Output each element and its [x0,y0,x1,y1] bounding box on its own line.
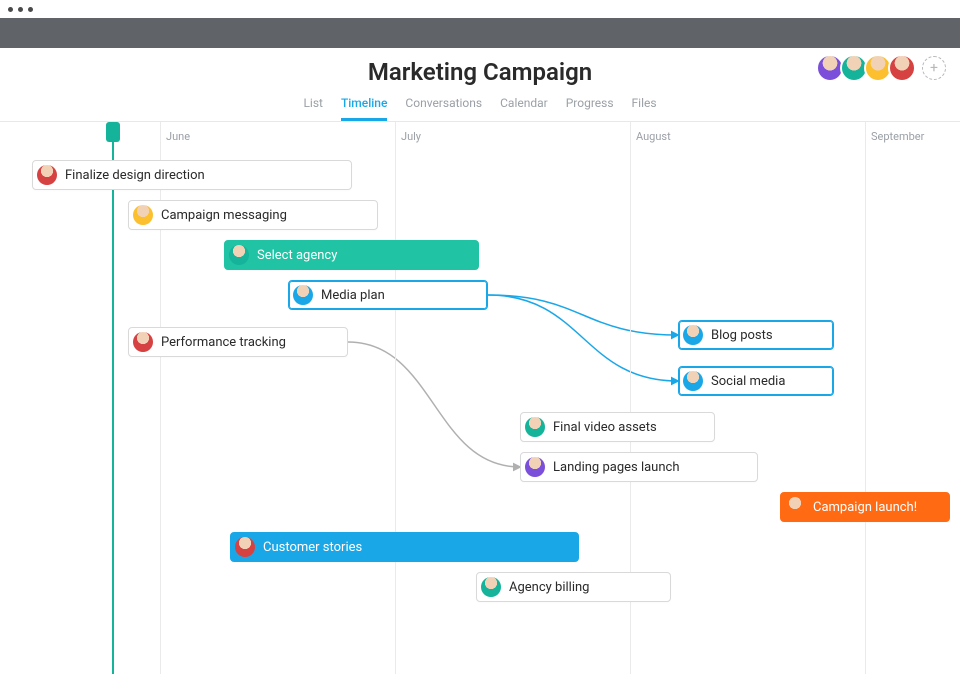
tab-timeline[interactable]: Timeline [341,96,387,121]
assignee-avatar[interactable] [229,245,249,265]
task-bar-landing-pages[interactable]: Landing pages launch [520,452,758,482]
month-label: July [401,130,421,143]
task-label: Media plan [321,288,385,303]
today-line [112,122,114,674]
task-label: Blog posts [711,328,773,343]
task-bar-media-plan[interactable]: Media plan [288,280,488,310]
assignee-avatar[interactable] [133,205,153,225]
tab-conversations[interactable]: Conversations [405,96,482,121]
assignee-avatar[interactable] [683,325,703,345]
task-bar-customer-stories[interactable]: Customer stories [230,532,579,562]
task-bar-blog-posts[interactable]: Blog posts [678,320,834,350]
task-label: Customer stories [263,540,362,555]
task-bar-finalize-design[interactable]: Finalize design direction [32,160,352,190]
task-label: Final video assets [553,420,657,435]
project-header: Marketing Campaign + List Timeline Conve… [0,48,960,122]
task-label: Agency billing [509,580,589,595]
task-label: Campaign launch! [813,500,917,515]
view-tabs: List Timeline Conversations Calendar Pro… [0,96,960,121]
member-avatar[interactable] [888,54,916,82]
today-handle[interactable] [106,122,120,142]
task-bar-final-video[interactable]: Final video assets [520,412,715,442]
assignee-avatar[interactable] [481,577,501,597]
task-label: Campaign messaging [161,208,287,223]
window-dot [18,7,23,12]
dependency-arrow [348,342,520,467]
task-label: Select agency [257,248,337,263]
assignee-avatar[interactable] [683,371,703,391]
window-dot [28,7,33,12]
month-gridline [865,122,866,674]
project-members: + [816,54,946,82]
window-toolbar-band [0,18,960,48]
task-label: Finalize design direction [65,168,205,183]
task-label: Social media [711,374,785,389]
task-bar-social-media[interactable]: Social media [678,366,834,396]
month-label: September [871,130,924,143]
task-bar-campaign-launch[interactable]: Campaign launch! [780,492,950,522]
task-label: Performance tracking [161,335,286,350]
task-bar-performance-tracking[interactable]: Performance tracking [128,327,348,357]
assignee-avatar[interactable] [235,537,255,557]
window-chrome [0,0,960,18]
assignee-avatar[interactable] [525,417,545,437]
dependency-arrow [488,295,678,381]
task-bar-agency-billing[interactable]: Agency billing [476,572,671,602]
month-label: August [636,130,671,143]
assignee-avatar[interactable] [37,165,57,185]
task-bar-select-agency[interactable]: Select agency [224,240,479,270]
tab-files[interactable]: Files [632,96,657,121]
task-bar-campaign-messaging[interactable]: Campaign messaging [128,200,378,230]
tab-calendar[interactable]: Calendar [500,96,548,121]
assignee-avatar[interactable] [293,285,313,305]
tab-progress[interactable]: Progress [566,96,614,121]
task-label: Landing pages launch [553,460,680,475]
tab-list[interactable]: List [303,96,323,121]
dependency-arrow [488,295,678,335]
plus-icon: + [930,61,938,75]
month-label: June [166,130,190,143]
assignee-avatar[interactable] [785,497,805,517]
assignee-avatar[interactable] [133,332,153,352]
month-gridline [395,122,396,674]
add-member-button[interactable]: + [922,56,946,80]
window-dot [8,7,13,12]
assignee-avatar[interactable] [525,457,545,477]
timeline-view[interactable]: June July August September Finalize design d… [0,122,960,674]
